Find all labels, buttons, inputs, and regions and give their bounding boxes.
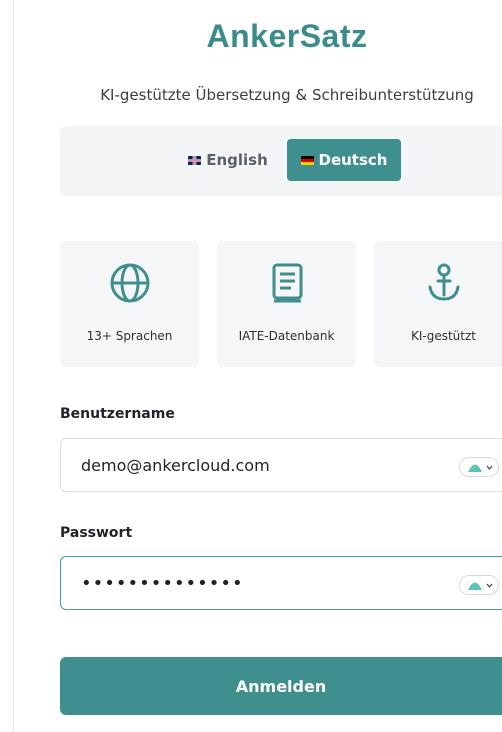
feature-card-iate: IATE-Datenbank — [217, 241, 356, 367]
feature-label: KI-gestützt — [410, 329, 476, 343]
app-subtitle: KI-gestützte Übersetzung & Schreibunters… — [100, 86, 474, 104]
globe-icon — [110, 263, 149, 303]
login-page: AnkerSatz KI-gestützte Übersetzung & Sch… — [0, 0, 502, 732]
chevron-down-icon — [486, 583, 492, 588]
uk-flag-icon — [188, 155, 202, 165]
feature-label: 13+ Sprachen — [86, 329, 173, 343]
book-icon — [272, 263, 302, 303]
password-manager-logo-icon — [467, 464, 482, 472]
username-input[interactable]: demo@ankercloud.com — [60, 438, 502, 492]
password-input[interactable]: •••••••••••••• — [60, 556, 502, 610]
feature-card-languages: 13+ Sprachen — [60, 241, 199, 367]
username-label: Benutzername — [60, 406, 175, 422]
password-manager-logo-icon — [467, 582, 482, 590]
left-divider — [13, 0, 14, 732]
language-switch: English Deutsch — [60, 126, 502, 196]
language-button-english[interactable]: English — [178, 139, 278, 181]
language-label-english: English — [206, 151, 268, 169]
password-manager-icon[interactable] — [459, 457, 499, 477]
password-label: Passwort — [60, 525, 133, 541]
chevron-down-icon — [486, 465, 492, 470]
username-value: demo@ankercloud.com — [81, 455, 270, 475]
feature-label: IATE-Datenbank — [238, 329, 335, 343]
language-button-deutsch[interactable]: Deutsch — [287, 139, 401, 181]
password-manager-icon[interactable] — [459, 575, 499, 595]
anchor-icon — [428, 263, 459, 301]
feature-card-ai: KI-gestützt — [374, 241, 502, 367]
password-value: •••••••••••••• — [81, 572, 244, 594]
german-flag-icon — [300, 155, 314, 165]
app-title: AnkerSatz — [206, 18, 368, 54]
language-label-deutsch: Deutsch — [318, 151, 388, 169]
login-button[interactable]: Anmelden — [60, 657, 502, 715]
